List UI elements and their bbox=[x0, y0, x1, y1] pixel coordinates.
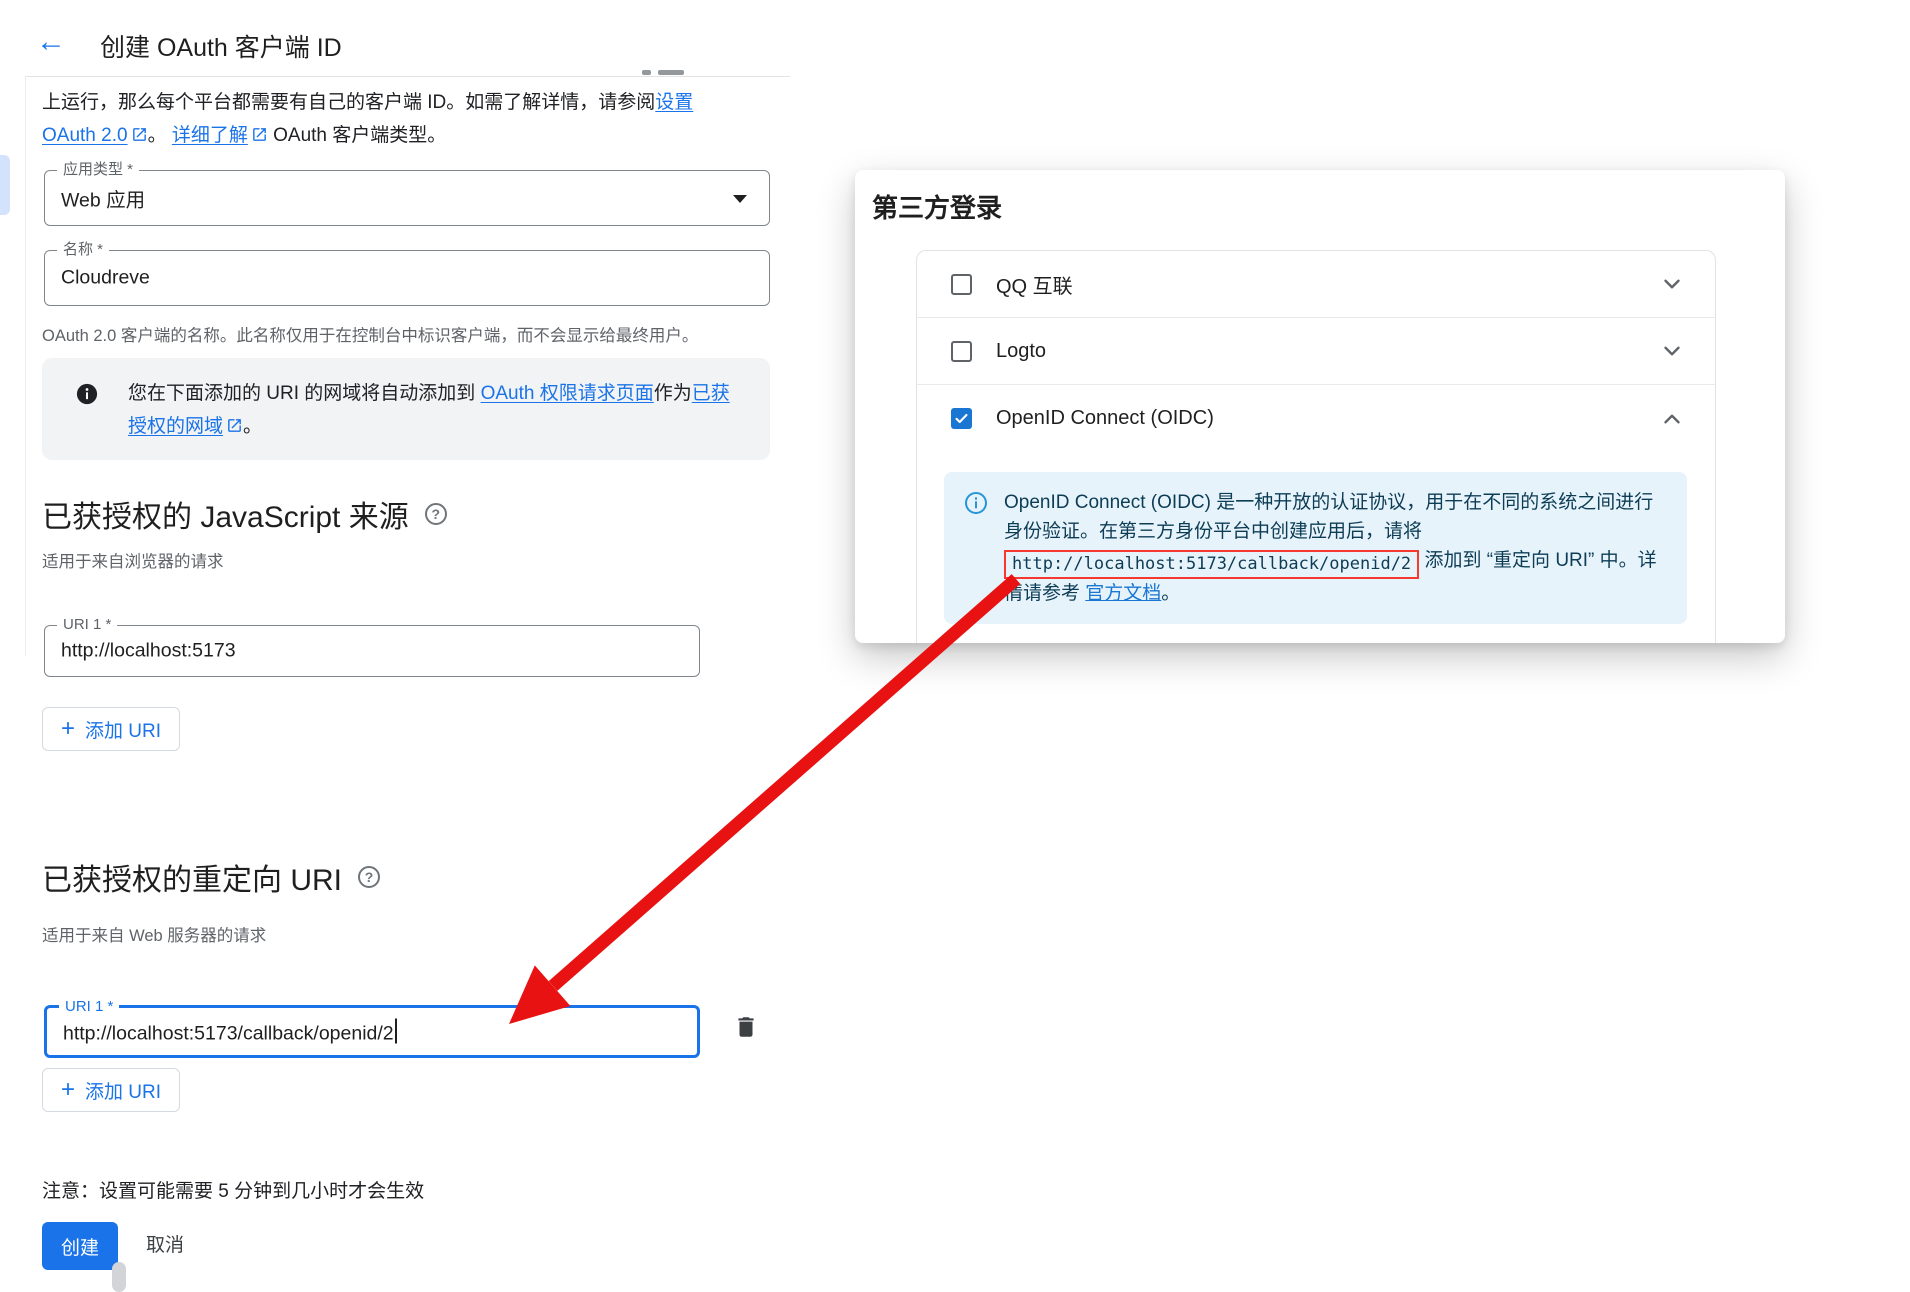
nav-highlight-fragment bbox=[0, 155, 10, 215]
chevron-down-icon[interactable] bbox=[1659, 271, 1685, 297]
intro-sep: 。 bbox=[148, 125, 172, 146]
screen: ← 创建 OAuth 客户端 ID 上运行，那么每个平台都需要有自己的客户端 I… bbox=[0, 0, 1910, 1292]
create-button[interactable]: 创建 bbox=[42, 1222, 118, 1270]
redirect-uri-field[interactable]: URI 1 * http://localhost:5173/callback/o… bbox=[44, 1005, 700, 1058]
plus-icon: + bbox=[61, 717, 75, 741]
consent-page-link[interactable]: OAuth 权限请求页面 bbox=[481, 383, 654, 404]
chevron-up-icon[interactable] bbox=[1659, 406, 1685, 432]
dropdown-caret-icon[interactable] bbox=[733, 195, 747, 203]
info-icon bbox=[76, 383, 98, 405]
checkbox-unchecked[interactable] bbox=[951, 274, 972, 295]
client-name-value: Cloudreve bbox=[61, 267, 150, 290]
provider-row-logto[interactable]: Logto bbox=[917, 318, 1715, 385]
content-left-border bbox=[25, 76, 26, 656]
domain-notice-text: 您在下面添加的 URI 的网域将自动添加到 OAuth 权限请求页面作为已获授权… bbox=[128, 377, 746, 443]
intro-text: OAuth 客户端类型。 bbox=[268, 125, 446, 146]
clipped-text-fragment bbox=[658, 70, 684, 75]
help-icon[interactable]: ? bbox=[358, 866, 380, 888]
oidc-alert-text: OpenID Connect (OIDC) 是一种开放的认证协议，用于在不同的系… bbox=[1004, 488, 1667, 608]
app-type-select[interactable]: 应用类型 * Web 应用 bbox=[44, 170, 770, 226]
js-origins-subtitle: 适用于来自浏览器的请求 bbox=[42, 548, 224, 572]
propagation-note: 注意：设置可能需要 5 分钟到几小时才会生效 bbox=[42, 1176, 424, 1203]
learn-more-link[interactable]: 详细了解 bbox=[172, 125, 248, 146]
app-type-value: Web 应用 bbox=[61, 184, 145, 213]
text-cursor bbox=[395, 1018, 397, 1043]
clipped-text-fragment bbox=[642, 70, 651, 75]
oidc-info-alert: OpenID Connect (OIDC) 是一种开放的认证协议，用于在不同的系… bbox=[944, 472, 1687, 624]
info-circle-icon bbox=[964, 491, 988, 515]
external-link-icon bbox=[251, 126, 268, 143]
header-divider bbox=[25, 76, 790, 77]
app-type-label: 应用类型 * bbox=[57, 160, 139, 180]
official-docs-link[interactable]: 官方文档 bbox=[1085, 583, 1161, 604]
third-party-login-panel: 第三方登录 QQ 互联 Logto OpenID Connect (OIDC) … bbox=[855, 170, 1785, 643]
cancel-button[interactable]: 取消 bbox=[140, 1222, 190, 1270]
checkbox-unchecked[interactable] bbox=[951, 341, 972, 362]
help-icon[interactable]: ? bbox=[425, 503, 447, 525]
client-name-helper: OAuth 2.0 客户端的名称。此名称仅用于在控制台中标识客户端，而不会显示给… bbox=[42, 322, 698, 346]
redirect-uri-label: URI 1 * bbox=[59, 997, 119, 1017]
panel-title: 第三方登录 bbox=[872, 188, 1002, 225]
js-origins-heading: 已获授权的 JavaScript 来源 ? bbox=[42, 492, 447, 536]
provider-row-oidc[interactable]: OpenID Connect (OIDC) bbox=[917, 385, 1715, 452]
delete-uri-button[interactable] bbox=[733, 1014, 763, 1048]
client-name-field[interactable]: 名称 * Cloudreve bbox=[44, 250, 770, 306]
add-js-origin-button[interactable]: + 添加 URI bbox=[42, 707, 180, 751]
scrollbar-fragment[interactable] bbox=[112, 1262, 126, 1292]
js-origin-uri-label: URI 1 * bbox=[57, 615, 117, 635]
external-link-icon bbox=[226, 417, 243, 434]
back-arrow-icon[interactable]: ← bbox=[36, 26, 66, 58]
external-link-icon bbox=[131, 126, 148, 143]
plus-icon: + bbox=[61, 1078, 75, 1102]
client-name-label: 名称 * bbox=[57, 240, 109, 260]
domain-notice: 您在下面添加的 URI 的网域将自动添加到 OAuth 权限请求页面作为已获授权… bbox=[42, 358, 770, 460]
redirect-uri-heading: 已获授权的重定向 URI ? bbox=[42, 855, 380, 899]
add-redirect-uri-button[interactable]: + 添加 URI bbox=[42, 1068, 180, 1112]
intro-paragraph: 上运行，那么每个平台都需要有自己的客户端 ID。如需了解详情，请参阅设置 OAu… bbox=[42, 86, 732, 152]
callback-url-code: http://localhost:5173/callback/openid/2 bbox=[1004, 550, 1419, 579]
js-origin-uri-field[interactable]: URI 1 * http://localhost:5173 bbox=[44, 625, 700, 677]
page-title: 创建 OAuth 客户端 ID bbox=[100, 28, 342, 64]
redirect-uri-value: http://localhost:5173/callback/openid/2 bbox=[63, 1018, 397, 1045]
trash-icon bbox=[733, 1014, 759, 1040]
chevron-down-icon[interactable] bbox=[1659, 338, 1685, 364]
intro-text: 上运行，那么每个平台都需要有自己的客户端 ID。如需了解详情，请参阅 bbox=[42, 92, 655, 113]
checkbox-checked[interactable] bbox=[951, 408, 972, 429]
provider-row-qq[interactable]: QQ 互联 bbox=[917, 251, 1715, 318]
js-origin-uri-value: http://localhost:5173 bbox=[61, 640, 236, 663]
redirect-uri-subtitle: 适用于来自 Web 服务器的请求 bbox=[42, 922, 266, 946]
